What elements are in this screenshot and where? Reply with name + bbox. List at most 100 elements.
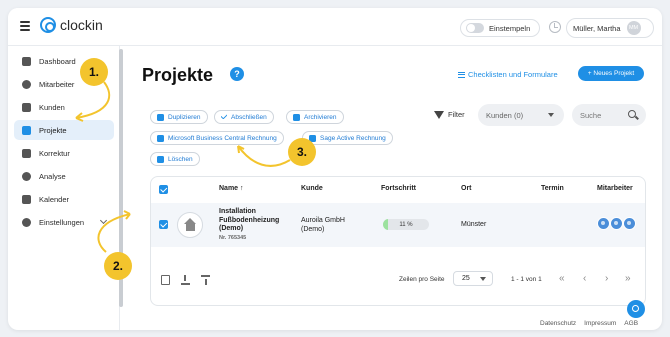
einstempeln-toggle[interactable]: Einstempeln bbox=[460, 19, 540, 37]
column-header-fortschritt[interactable]: Fortschritt bbox=[381, 185, 416, 192]
gear-icon bbox=[22, 217, 31, 227]
delete-label: Löschen bbox=[168, 155, 193, 163]
first-page-icon[interactable]: « bbox=[559, 273, 565, 284]
help-icon[interactable]: ? bbox=[230, 67, 244, 81]
sidebar-item-label: Kunden bbox=[39, 102, 65, 112]
column-header-termin[interactable]: Termin bbox=[541, 185, 564, 192]
projects-table: Name ↑ Kunde Fortschritt Ort Termin Mita… bbox=[150, 176, 646, 306]
sidebar-item-label: Mitarbeiter bbox=[39, 79, 75, 89]
dropdown-arrow-icon bbox=[480, 277, 486, 281]
analyse-icon bbox=[22, 171, 31, 181]
privacy-link[interactable]: Datenschutz bbox=[540, 320, 576, 327]
employee-avatar[interactable] bbox=[597, 217, 610, 230]
logo[interactable]: clockin bbox=[40, 17, 103, 33]
rows-per-page-label: Zeilen pro Seite bbox=[399, 276, 445, 283]
checklists-link[interactable]: Checklisten und Formulare bbox=[458, 70, 558, 79]
handshake-icon bbox=[22, 102, 31, 112]
new-project-button[interactable]: + Neues Projekt bbox=[578, 66, 644, 81]
column-header-kunde[interactable]: Kunde bbox=[301, 185, 323, 192]
chevron-down-icon bbox=[99, 216, 108, 225]
filter-label: Filter bbox=[448, 110, 465, 119]
last-page-icon[interactable]: » bbox=[625, 273, 631, 284]
download-icon[interactable] bbox=[181, 275, 190, 285]
sidebar-item-label: Analyse bbox=[39, 171, 66, 181]
employee-avatar[interactable] bbox=[623, 217, 636, 230]
step-1-badge: 1. bbox=[80, 58, 108, 86]
complete-button[interactable]: Abschließen bbox=[214, 110, 274, 124]
sidebar-item-kunden[interactable]: Kunden bbox=[14, 97, 114, 117]
column-label: Name bbox=[219, 185, 239, 192]
terms-link[interactable]: AGB bbox=[624, 320, 638, 327]
project-name-line: Fußbodenheizung bbox=[219, 216, 280, 224]
search-input[interactable]: Suche bbox=[572, 104, 646, 126]
delete-button[interactable]: Löschen bbox=[150, 152, 200, 166]
list-icon bbox=[458, 71, 465, 78]
next-page-icon[interactable]: › bbox=[605, 273, 608, 284]
progress-label: 11 % bbox=[399, 221, 413, 228]
project-name[interactable]: Installation Fußbodenheizung (Demo) Nr. … bbox=[219, 208, 279, 242]
app-window: clockin Einstempeln Müller, Martha MM Da… bbox=[8, 8, 662, 330]
imprint-link[interactable]: Impressum bbox=[584, 320, 616, 327]
customer-name: Auroila GmbH bbox=[301, 217, 345, 224]
sidebar-item-kalender[interactable]: Kalender bbox=[14, 189, 114, 209]
copy-icon bbox=[157, 113, 164, 121]
search-icon bbox=[628, 110, 636, 118]
project-number: Nr. 765345 bbox=[219, 234, 247, 241]
check-icon bbox=[220, 112, 228, 120]
filter-icon bbox=[434, 110, 444, 119]
row-checkbox[interactable] bbox=[159, 220, 168, 229]
step-2-badge: 2. bbox=[104, 252, 132, 280]
sidebar-item-korrektur[interactable]: Korrektur bbox=[14, 143, 114, 163]
export-file-icon[interactable] bbox=[161, 275, 170, 285]
sage-invoice-label: Sage Active Rechnung bbox=[320, 134, 386, 142]
sidebar-item-label: Einstellungen bbox=[39, 217, 85, 227]
customer-cell: Auroila GmbH (Demo) bbox=[301, 216, 345, 234]
avatar: MM bbox=[626, 21, 641, 35]
main-content: Projekte ? Checklisten und Formulare + N… bbox=[124, 46, 662, 330]
sidebar-item-analyse[interactable]: Analyse bbox=[14, 166, 114, 186]
customer-select-value: Kunden (0) bbox=[486, 110, 524, 120]
history-icon[interactable] bbox=[549, 21, 561, 33]
rows-per-page-value: 25 bbox=[462, 275, 470, 282]
support-fab-icon[interactable] bbox=[627, 300, 645, 318]
archive-icon bbox=[293, 113, 300, 121]
business-central-invoice-label: Microsoft Business Central Rechnung bbox=[168, 134, 277, 142]
dashboard-icon bbox=[22, 56, 31, 66]
duplicate-button[interactable]: Duplizieren bbox=[150, 110, 208, 124]
column-header-ort[interactable]: Ort bbox=[461, 185, 472, 192]
sidebar: Dashboard Mitarbeiter Kunden Projekte Ko… bbox=[8, 46, 120, 330]
projects-icon bbox=[22, 125, 31, 135]
dropdown-arrow-icon bbox=[548, 113, 554, 117]
sidebar-item-projekte[interactable]: Projekte bbox=[14, 120, 114, 140]
clockin-logo-icon bbox=[40, 17, 56, 33]
employee-avatar[interactable] bbox=[610, 217, 623, 230]
sidebar-item-label: Dashboard bbox=[39, 56, 76, 66]
column-header-mitarbeiter[interactable]: Mitarbeiter bbox=[597, 185, 633, 192]
step-3-badge: 3. bbox=[288, 138, 316, 166]
sidebar-item-label: Projekte bbox=[39, 125, 67, 135]
home-icon bbox=[177, 212, 203, 238]
column-header-name[interactable]: Name ↑ bbox=[219, 185, 244, 192]
logo-text: clockin bbox=[60, 17, 103, 33]
filter-button[interactable]: Filter bbox=[434, 110, 465, 119]
rows-per-page-select[interactable]: 25 bbox=[453, 271, 493, 286]
project-name-line: (Demo) bbox=[219, 225, 244, 232]
sidebar-item-einstellungen[interactable]: Einstellungen bbox=[14, 212, 114, 232]
select-all-checkbox[interactable] bbox=[159, 185, 168, 194]
business-central-invoice-button[interactable]: Microsoft Business Central Rechnung bbox=[150, 131, 284, 145]
checklists-link-label: Checklisten und Formulare bbox=[468, 70, 558, 79]
menu-icon[interactable] bbox=[20, 21, 30, 31]
sage-invoice-button[interactable]: Sage Active Rechnung bbox=[302, 131, 393, 145]
sort-arrow-icon: ↑ bbox=[240, 185, 244, 192]
einstempeln-label: Einstempeln bbox=[489, 23, 531, 33]
archive-button[interactable]: Archivieren bbox=[286, 110, 344, 124]
customer-name: (Demo) bbox=[301, 226, 325, 233]
table-row[interactable]: Installation Fußbodenheizung (Demo) Nr. … bbox=[151, 203, 645, 247]
customer-select[interactable]: Kunden (0) bbox=[478, 104, 564, 126]
prev-page-icon[interactable]: ‹ bbox=[583, 273, 586, 284]
sidebar-item-label: Korrektur bbox=[39, 148, 70, 158]
user-menu[interactable]: Müller, Martha MM bbox=[566, 18, 654, 38]
top-bar: clockin Einstempeln Müller, Martha MM bbox=[8, 8, 662, 46]
sidebar-item-label: Kalender bbox=[39, 194, 70, 204]
upload-icon[interactable] bbox=[201, 275, 210, 285]
